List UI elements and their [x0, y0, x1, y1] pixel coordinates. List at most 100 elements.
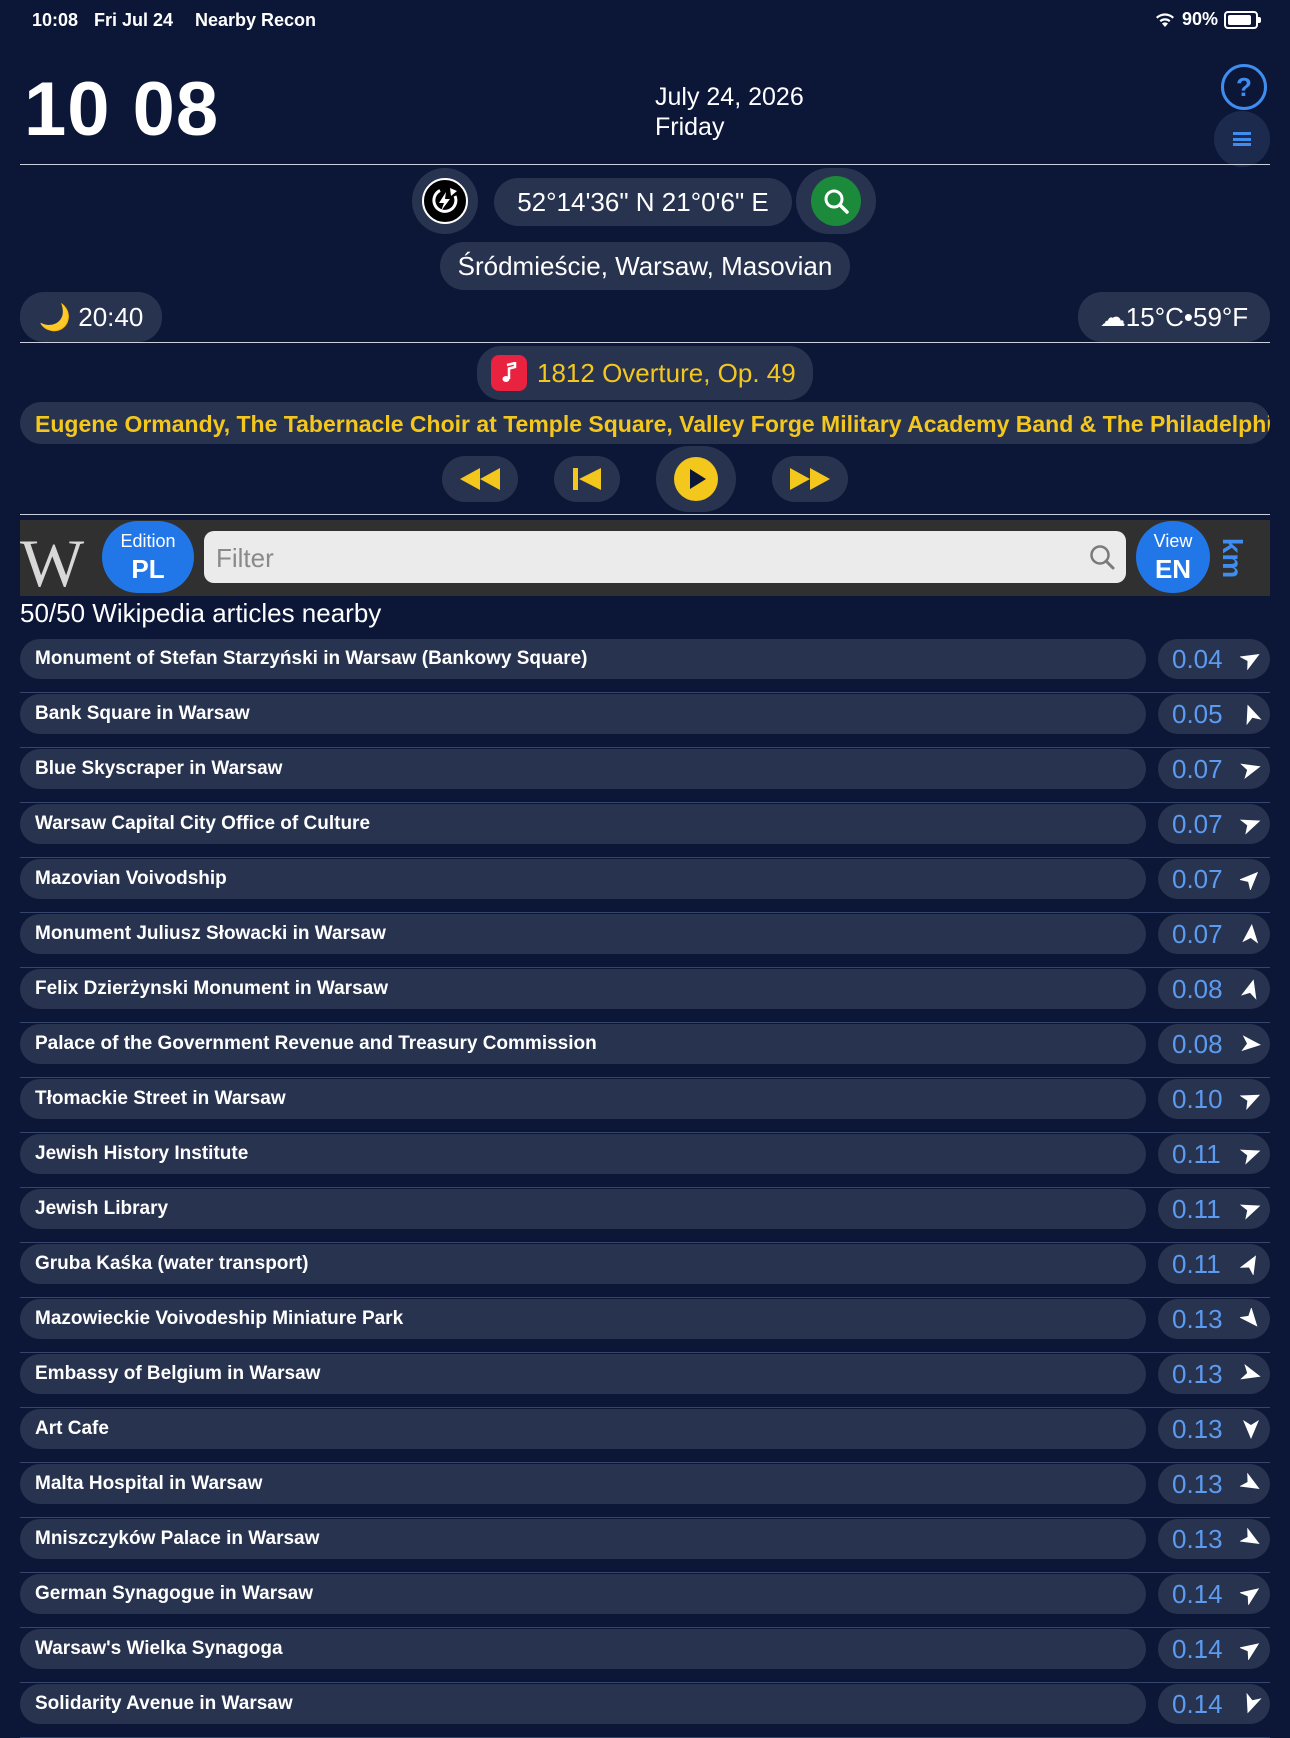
list-item[interactable]: Art Cafe 0.13	[20, 1408, 1270, 1463]
article-title[interactable]: German Synagogue in Warsaw	[20, 1574, 1146, 1614]
list-item[interactable]: Monument of Stefan Starzyński in Warsaw …	[20, 638, 1270, 693]
article-distance[interactable]: 0.13	[1158, 1299, 1270, 1339]
article-distance[interactable]: 0.07	[1158, 914, 1270, 954]
date-display: July 24, 2026 Friday	[655, 82, 804, 142]
locate-button[interactable]	[412, 168, 478, 234]
article-distance[interactable]: 0.07	[1158, 804, 1270, 844]
article-distance[interactable]: 0.10	[1158, 1079, 1270, 1119]
article-title[interactable]: Warsaw's Wielka Synagoga	[20, 1629, 1146, 1669]
article-distance[interactable]: 0.13	[1158, 1519, 1270, 1559]
article-distance[interactable]: 0.11	[1158, 1134, 1270, 1174]
list-item[interactable]: German Synagogue in Warsaw 0.14	[20, 1573, 1270, 1628]
article-title[interactable]: Art Cafe	[20, 1409, 1146, 1449]
filter-input[interactable]	[214, 531, 1068, 585]
article-title[interactable]: Solidarity Avenue in Warsaw	[20, 1684, 1146, 1724]
article-distance[interactable]: 0.11	[1158, 1244, 1270, 1284]
view-label: View	[1153, 531, 1193, 551]
menu-button[interactable]	[1214, 111, 1270, 167]
artist-names: Eugene Ormandy, The Tabernacle Choir at …	[35, 411, 1270, 437]
wifi-icon	[1155, 12, 1174, 27]
edition-button[interactable]: Edition PL	[102, 521, 194, 593]
status-right: 90%	[1154, 9, 1261, 30]
list-item[interactable]: Warsaw Capital City Office of Culture 0.0…	[20, 803, 1270, 858]
article-title[interactable]: Monument of Stefan Starzyński in Warsaw …	[20, 639, 1146, 679]
article-distance[interactable]: 0.14	[1158, 1629, 1270, 1669]
divider	[20, 164, 1270, 165]
previous-track-icon	[573, 468, 601, 490]
article-title[interactable]: Tłomackie Street in Warsaw	[20, 1079, 1146, 1119]
article-title[interactable]: Jewish Library	[20, 1189, 1146, 1229]
articles-count-title: 50/50 Wikipedia articles nearby	[20, 598, 382, 628]
article-distance[interactable]: 0.07	[1158, 859, 1270, 899]
list-item[interactable]: Jewish History Institute 0.11	[20, 1133, 1270, 1188]
filter-field[interactable]	[204, 531, 1126, 585]
location-search-button[interactable]	[796, 168, 876, 234]
article-distance[interactable]: 0.11	[1158, 1189, 1270, 1229]
direction-arrow-icon	[1240, 1363, 1261, 1380]
article-title[interactable]: Jewish History Institute	[20, 1134, 1146, 1174]
previous-track-button[interactable]	[554, 456, 620, 502]
article-title[interactable]: Palace of the Government Revenue and Tre…	[20, 1024, 1146, 1064]
list-item[interactable]: Felix Dzierżynski Monument in Warsaw 0.08	[20, 968, 1270, 1023]
distance-value: 0.11	[1172, 1139, 1221, 1169]
rewind-button[interactable]	[442, 456, 518, 502]
article-title[interactable]: Felix Dzierżynski Monument in Warsaw	[20, 969, 1146, 1009]
direction-arrow-icon	[1240, 979, 1257, 1000]
list-item[interactable]: Warsaw's Wielka Synagoga 0.14	[20, 1628, 1270, 1683]
article-distance[interactable]: 0.14	[1158, 1684, 1270, 1724]
article-distance[interactable]: 0.14	[1158, 1574, 1270, 1614]
distance-value: 0.14	[1172, 1689, 1223, 1719]
article-distance[interactable]: 0.13	[1158, 1464, 1270, 1504]
edition-value: PL	[131, 554, 165, 584]
direction-arrow-icon	[1240, 1588, 1260, 1605]
article-title[interactable]: Monument Juliusz Słowacki in Warsaw	[20, 914, 1146, 954]
direction-arrow-icon	[1240, 1255, 1256, 1275]
article-title[interactable]: Embassy of Belgium in Warsaw	[20, 1354, 1146, 1394]
list-item[interactable]: Tłomackie Street in Warsaw 0.10	[20, 1078, 1270, 1133]
cloud-icon: ☁	[1099, 302, 1126, 332]
distance-value: 0.13	[1172, 1414, 1223, 1444]
article-title[interactable]: Mazovian Voivodship	[20, 859, 1146, 899]
article-title[interactable]: Mazowieckie Voivodeship Miniature Park	[20, 1299, 1146, 1339]
article-distance[interactable]: 0.13	[1158, 1354, 1270, 1394]
list-item[interactable]: Mniszczyków Palace in Warsaw 0.13	[20, 1518, 1270, 1573]
list-item[interactable]: Mazowieckie Voivodeship Miniature Park 0.…	[20, 1298, 1270, 1353]
moon-icon: 🌙	[38, 302, 72, 332]
units-toggle[interactable]: km	[1216, 538, 1248, 578]
list-item[interactable]: Monument Juliusz Słowacki in Warsaw 0.07	[20, 913, 1270, 968]
list-item[interactable]: Jewish Library 0.11	[20, 1188, 1270, 1243]
article-distance[interactable]: 0.04	[1158, 639, 1270, 679]
distance-value: 0.08	[1172, 974, 1223, 1004]
list-item[interactable]: Solidarity Avenue in Warsaw 0.14	[20, 1683, 1270, 1738]
help-button[interactable]: ?	[1221, 64, 1267, 110]
list-item[interactable]: Bank Square in Warsaw 0.05	[20, 693, 1270, 748]
list-item[interactable]: Gruba Kaśka (water transport) 0.11	[20, 1243, 1270, 1298]
article-distance[interactable]: 0.08	[1158, 969, 1270, 1009]
menu-icon	[1233, 132, 1251, 146]
direction-arrow-icon	[1240, 1149, 1261, 1165]
article-distance[interactable]: 0.05	[1158, 694, 1270, 734]
article-distance[interactable]: 0.08	[1158, 1024, 1270, 1064]
direction-arrow-icon	[1240, 1528, 1260, 1544]
direction-arrow-icon	[1240, 1643, 1260, 1660]
article-title[interactable]: Gruba Kaśka (water transport)	[20, 1244, 1146, 1284]
play-button[interactable]	[656, 446, 736, 512]
date-line: July 24, 2026	[655, 83, 804, 111]
list-item[interactable]: Malta Hospital in Warsaw 0.13	[20, 1463, 1270, 1518]
article-title[interactable]: Bank Square in Warsaw	[20, 694, 1146, 734]
article-distance[interactable]: 0.07	[1158, 749, 1270, 789]
list-item[interactable]: Embassy of Belgium in Warsaw 0.13	[20, 1353, 1270, 1408]
article-distance[interactable]: 0.13	[1158, 1409, 1270, 1449]
view-language-button[interactable]: View EN	[1136, 521, 1210, 593]
list-item[interactable]: Blue Skyscraper in Warsaw 0.07	[20, 748, 1270, 803]
fast-forward-button[interactable]	[772, 456, 848, 502]
list-item[interactable]: Palace of the Government Revenue and Tre…	[20, 1023, 1270, 1078]
list-item[interactable]: Mazovian Voivodship 0.07	[20, 858, 1270, 913]
article-title[interactable]: Malta Hospital in Warsaw	[20, 1464, 1146, 1504]
article-title[interactable]: Mniszczyków Palace in Warsaw	[20, 1519, 1146, 1559]
article-title[interactable]: Blue Skyscraper in Warsaw	[20, 749, 1146, 789]
distance-value: 0.11	[1172, 1194, 1221, 1224]
article-title[interactable]: Warsaw Capital City Office of Culture	[20, 804, 1146, 844]
distance-value: 0.13	[1172, 1524, 1223, 1554]
distance-value: 0.05	[1172, 699, 1223, 729]
